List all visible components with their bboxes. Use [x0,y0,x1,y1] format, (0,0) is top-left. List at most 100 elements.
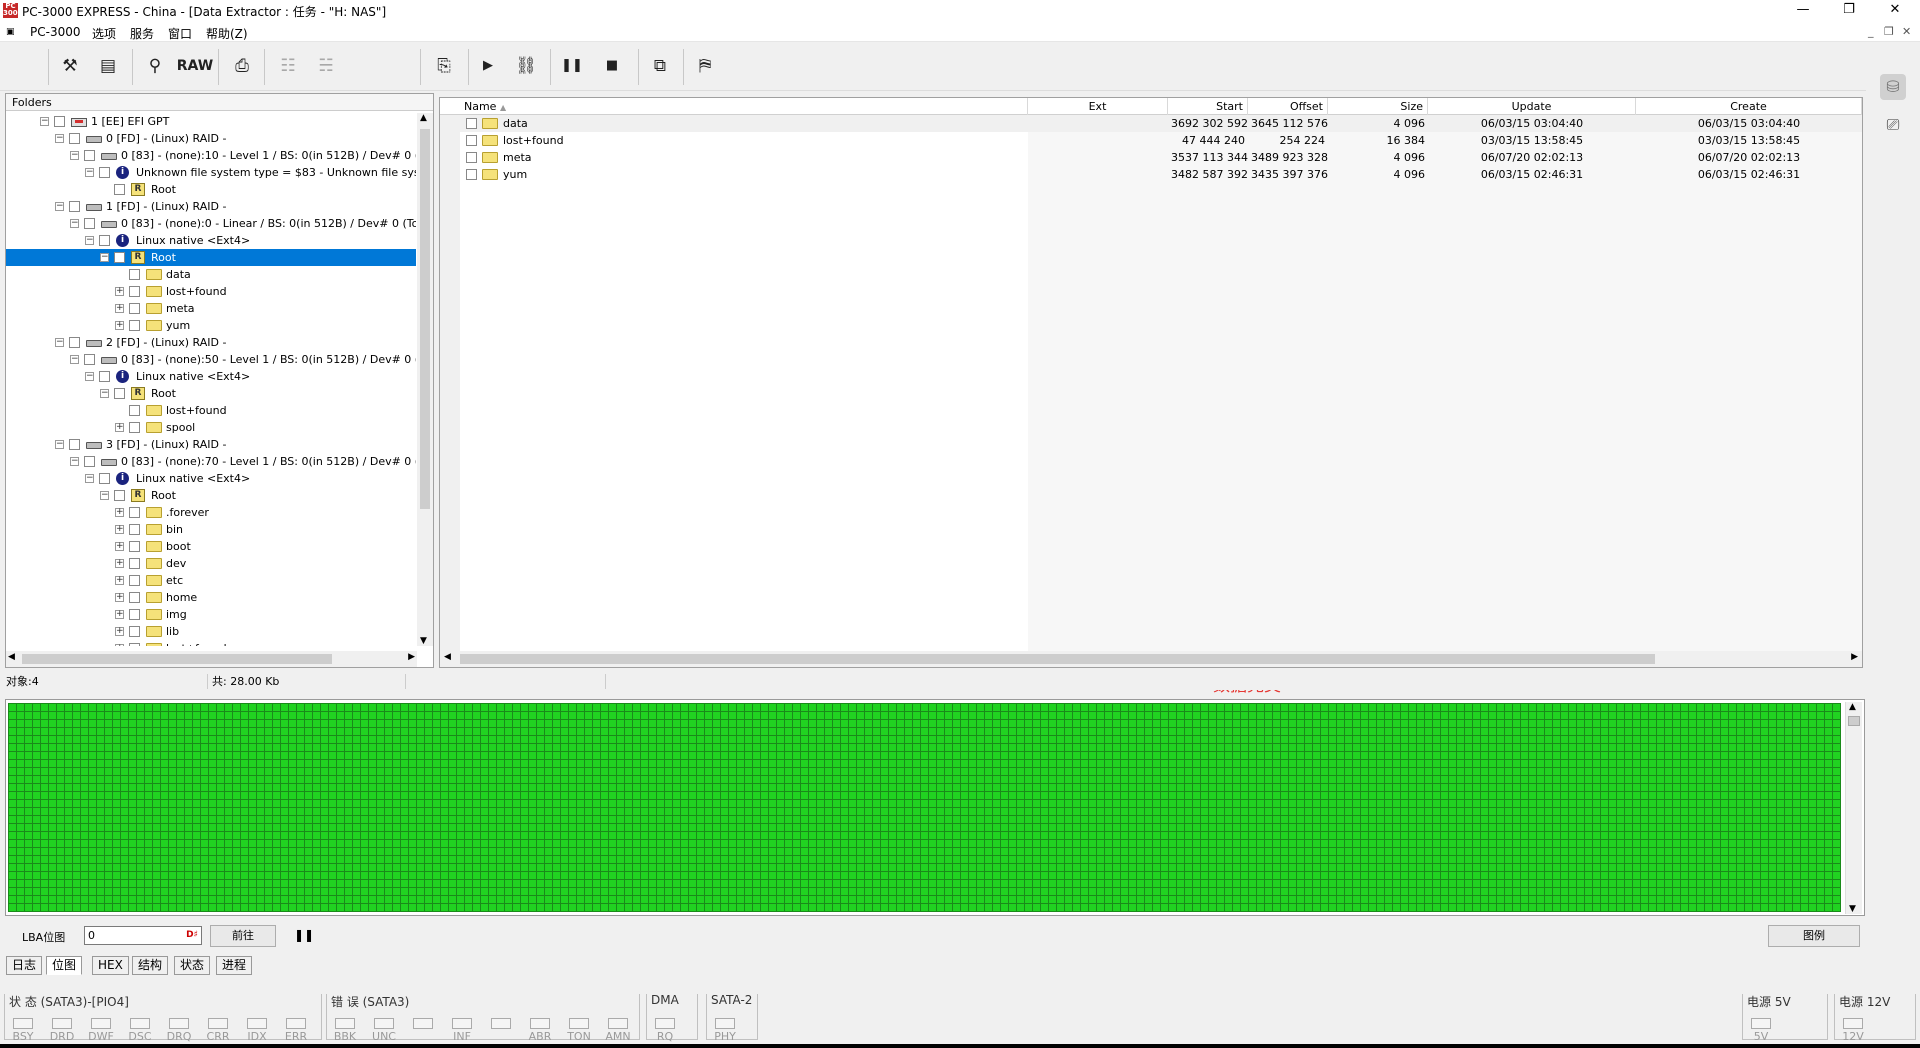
tree-node[interactable]: − 0 [83] - (none):10 - Level 1 / BS: 0(in… [6,147,416,164]
collapse-icon[interactable]: − [70,355,79,364]
node-checkbox[interactable] [129,558,140,569]
search-binoculars-icon[interactable]: ⚲ [139,50,171,82]
scroll-right-icon[interactable]: ▶ [1851,652,1858,662]
scroll-right-icon[interactable]: ▶ [408,652,415,662]
decimal-hex-toggle-icon[interactable]: D♯ [186,927,198,944]
go-button[interactable]: 前往 [210,925,276,947]
menu-pc3000[interactable]: PC-3000 [30,25,80,39]
tree-node[interactable]: lost+found [6,402,416,419]
node-checkbox[interactable] [99,371,110,382]
tree-export-icon[interactable]: ☵ [310,50,342,82]
node-checkbox[interactable] [69,337,80,348]
node-checkbox[interactable] [99,235,110,246]
expand-icon[interactable]: + [115,576,124,585]
tree-node[interactable]: + spool [6,419,416,436]
column-header-start[interactable]: Start [1168,98,1248,115]
column-header-offset[interactable]: Offset [1248,98,1328,115]
node-checkbox[interactable] [129,626,140,637]
folder-tree[interactable]: −1 [EE] EFI GPT −0 [FD] - (Linux) RAID - −… [6,113,416,646]
expand-icon[interactable]: + [115,525,124,534]
tools-icon[interactable]: ⚒ [54,50,86,82]
file-checkbox[interactable] [466,135,477,146]
tree-node[interactable]: + bin [6,521,416,538]
file-row[interactable]: yum 3482 587 392 3435 397 376 4 096 06/03/15… [440,166,1862,183]
collapse-icon[interactable]: − [70,219,79,228]
tree-node[interactable]: + img [6,606,416,623]
tab-process[interactable]: 进程 [216,956,253,975]
tree-node[interactable]: − R Root [6,487,416,504]
collapse-icon[interactable]: − [85,474,94,483]
expand-icon[interactable]: + [115,321,124,330]
tree-node[interactable]: R Root [6,181,416,198]
collapse-icon[interactable]: − [55,440,64,449]
tree-node[interactable]: data [6,266,416,283]
expand-icon[interactable]: + [115,610,124,619]
node-checkbox[interactable] [129,609,140,620]
expand-icon[interactable]: + [115,559,124,568]
expand-icon[interactable]: + [115,287,124,296]
node-checkbox[interactable] [69,201,80,212]
node-checkbox[interactable] [129,405,140,416]
column-header-create[interactable]: Create [1636,98,1862,115]
node-checkbox[interactable] [129,592,140,603]
scroll-left-icon[interactable]: ◀ [8,652,15,662]
database-icon[interactable]: ⛁ [1880,74,1906,100]
windows-icon[interactable]: ⧉ [644,50,676,82]
export-icon[interactable]: ⎘ [428,50,460,82]
node-checkbox[interactable] [129,269,140,280]
node-checkbox[interactable] [129,524,140,535]
lba-bitmap-grid[interactable] [8,703,1841,912]
list-horizontal-scrollbar[interactable]: ◀ ▶ [440,651,1862,667]
tree-node[interactable]: + yum [6,317,416,334]
expand-icon[interactable]: + [115,542,124,551]
node-checkbox[interactable] [99,167,110,178]
collapse-icon[interactable]: − [85,372,94,381]
collapse-icon[interactable]: − [100,389,109,398]
node-checkbox[interactable] [129,643,140,646]
node-checkbox[interactable] [54,116,65,127]
exit-icon[interactable]: ⛿ [689,50,721,82]
tree-node[interactable]: + lib [6,623,416,640]
column-header-ext[interactable]: Ext [1028,98,1168,115]
file-row[interactable]: lost+found 47 444 240 254 224 16 384 03/03/1… [440,132,1862,149]
tree-node[interactable]: + boot [6,538,416,555]
scroll-down-icon[interactable]: ▼ [1849,904,1856,914]
legend-button[interactable]: 图例 [1768,925,1860,947]
node-checkbox[interactable] [114,184,125,195]
scroll-left-icon[interactable]: ◀ [444,652,451,662]
tree-node[interactable]: − 0 [83] - (none):50 - Level 1 / BS: 0(in… [6,351,416,368]
minimize-button[interactable]: — [1780,0,1826,22]
node-checkbox[interactable] [114,490,125,501]
tree-node[interactable]: − i Linux native <Ext4> [6,368,416,385]
tree-node[interactable]: + .forever [6,504,416,521]
tree-node[interactable]: + lost+found [6,283,416,300]
restore-button[interactable]: ❐ [1826,0,1872,22]
tree-node[interactable]: − 1 [EE] EFI GPT [6,113,416,130]
column-header-size[interactable]: Size [1328,98,1428,115]
play-icon[interactable]: ▶ [472,50,504,82]
collapse-icon[interactable]: − [70,457,79,466]
tree-node[interactable]: + dev [6,555,416,572]
mdi-close-button[interactable]: ✕ [1902,25,1911,38]
node-checkbox[interactable] [129,575,140,586]
tab-log[interactable]: 日志 [6,956,43,975]
expand-icon[interactable]: + [115,644,124,646]
node-checkbox[interactable] [129,507,140,518]
file-checkbox[interactable] [466,118,477,129]
expand-icon[interactable]: + [115,304,124,313]
collapse-icon[interactable]: − [55,134,64,143]
node-checkbox[interactable] [129,422,140,433]
tab-status[interactable]: 状态 [174,956,211,975]
column-header-name[interactable]: Name ▲ [460,98,1028,115]
tree-node[interactable]: − 0 [FD] - (Linux) RAID - [6,130,416,147]
file-checkbox[interactable] [466,152,477,163]
node-checkbox[interactable] [84,354,95,365]
tree-horizontal-scrollbar[interactable]: ◀ ▶ [6,651,417,667]
node-checkbox[interactable] [99,473,110,484]
open-folder-icon[interactable]: ⎙ [226,50,258,82]
close-button[interactable]: ✕ [1872,0,1918,22]
expand-icon[interactable]: + [115,423,124,432]
tab-structure[interactable]: 结构 [132,956,169,975]
menu-help[interactable]: 帮助(Z) [206,25,248,42]
file-checkbox[interactable] [466,169,477,180]
